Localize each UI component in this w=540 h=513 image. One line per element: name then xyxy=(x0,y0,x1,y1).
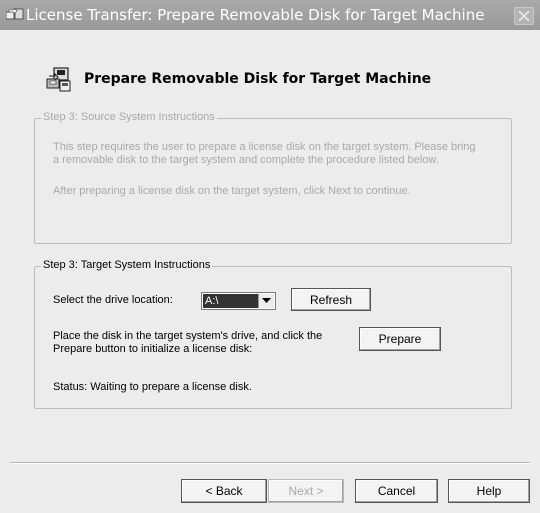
close-icon xyxy=(518,10,530,22)
prepare-button-label: Prepare xyxy=(378,332,422,346)
removable-disk-icon xyxy=(46,67,71,92)
source-instruction-line-3: After preparing a license disk on the ta… xyxy=(53,185,411,197)
page-title: Prepare Removable Disk for Target Machin… xyxy=(84,71,432,87)
close-button[interactable] xyxy=(514,7,534,25)
prepare-instruction-line-2: Prepare button to initialize a license d… xyxy=(53,343,253,355)
license-transfer-icon xyxy=(6,8,24,20)
drive-location-select[interactable]: A:\ xyxy=(201,292,276,310)
source-instruction-line-1: This step requires the user to prepare a… xyxy=(53,141,476,153)
target-group-legend: Step 3: Target System Instructions xyxy=(41,259,213,271)
drive-location-label: Select the drive location: xyxy=(53,294,173,306)
refresh-button[interactable]: Refresh xyxy=(291,288,371,311)
chevron-down-icon xyxy=(262,298,271,303)
footer-separator xyxy=(10,462,530,464)
status-text: Status: Waiting to prepare a license dis… xyxy=(53,381,252,393)
source-instructions-group: Step 3: Source System Instructions This … xyxy=(34,111,512,244)
back-button[interactable]: < Back xyxy=(181,479,267,503)
help-button[interactable]: Help xyxy=(448,479,530,503)
source-group-legend: Step 3: Source System Instructions xyxy=(41,111,217,123)
drive-dropdown-button[interactable] xyxy=(258,294,274,308)
window-title: License Transfer: Prepare Removable Disk… xyxy=(26,6,485,24)
prepare-button[interactable]: Prepare xyxy=(359,327,441,351)
next-button-label: Next > xyxy=(288,484,324,498)
back-button-label: < Back xyxy=(205,484,243,498)
help-button-label: Help xyxy=(476,484,502,498)
cancel-button-label: Cancel xyxy=(377,484,416,498)
cancel-button[interactable]: Cancel xyxy=(355,479,438,503)
license-transfer-dialog: License Transfer: Prepare Removable Disk… xyxy=(0,0,540,513)
refresh-button-label: Refresh xyxy=(309,292,353,307)
source-instruction-line-2: a removable disk to the target system an… xyxy=(53,154,439,166)
prepare-instruction-line-1: Place the disk in the target system's dr… xyxy=(53,330,323,342)
drive-location-value: A:\ xyxy=(203,294,258,308)
next-button[interactable]: Next > xyxy=(268,479,344,503)
title-bar[interactable]: License Transfer: Prepare Removable Disk… xyxy=(0,0,540,30)
